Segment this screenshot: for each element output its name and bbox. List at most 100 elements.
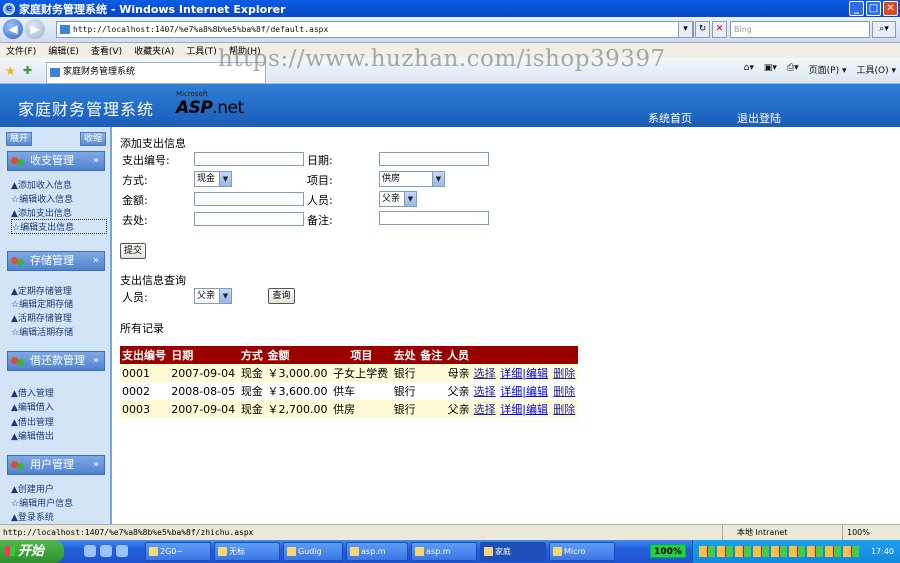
select-link[interactable]: 选择 (474, 385, 496, 398)
delete-link[interactable]: 删除 (553, 367, 575, 380)
search-input[interactable]: Bing (730, 21, 870, 38)
column-header: 项目 (331, 346, 392, 364)
sidebar-item[interactable]: ▲活期存储管理 (11, 311, 72, 324)
page-menu[interactable]: 页面(P) ▾ (809, 63, 847, 76)
detail-edit-link[interactable]: 详细|编辑 (500, 385, 548, 398)
sidebar-item[interactable]: ▲编辑借出 (11, 429, 54, 442)
amount-input[interactable] (194, 192, 304, 206)
quicklaunch-icon[interactable] (100, 545, 112, 557)
taskbar-button[interactable]: 无标 (214, 542, 280, 561)
nav-logout-link[interactable]: 退出登陆 (737, 110, 781, 126)
quicklaunch-icon[interactable] (116, 545, 128, 557)
menu-file[interactable]: 文件(F) (6, 44, 36, 57)
person-select[interactable]: 父亲 ▼ (379, 191, 417, 207)
expand-button[interactable]: 展开 (6, 132, 33, 146)
expense-id-input[interactable] (194, 152, 304, 166)
refresh-icon[interactable]: ↻ (695, 21, 710, 38)
group-icon (11, 255, 25, 267)
address-input[interactable]: http://localhost:1407/%e7%a8%8b%e5%ba%8f… (56, 21, 694, 38)
menu-view[interactable]: 查看(V) (91, 44, 122, 57)
query-person-select[interactable]: 父亲 ▼ (194, 288, 232, 304)
nav-home-link[interactable]: 系统首页 (648, 110, 692, 126)
taskbar-button[interactable]: asp.m (346, 542, 408, 561)
window-title: 家庭财务管理系统 - Windows Internet Explorer (19, 2, 286, 16)
select-link[interactable]: 选择 (474, 367, 496, 380)
sidebar-group-savings[interactable]: 存储管理» (7, 251, 105, 271)
taskbar-button-active[interactable]: 家庭 (480, 542, 546, 561)
menu-edit[interactable]: 编辑(E) (48, 44, 79, 57)
column-header: 支出编号 (120, 346, 170, 364)
delete-link[interactable]: 删除 (553, 385, 575, 398)
sidebar-group-income-expense[interactable]: 收支管理» (7, 151, 105, 171)
detail-edit-link[interactable]: 详细|编辑 (500, 403, 548, 416)
taskbar-button[interactable]: Gudig (283, 542, 343, 561)
page-icon (50, 68, 60, 77)
sidebar-item[interactable]: ☆编辑用户信息 (11, 496, 73, 509)
status-url: http://localhost:1407/%e7%a8%8b%e5%ba%8f… (3, 528, 254, 537)
back-button[interactable]: ◀ (3, 19, 23, 39)
home-icon[interactable]: ⌂▾ (744, 63, 754, 76)
status-bar: http://localhost:1407/%e7%a8%8b%e5%ba%8f… (0, 524, 900, 540)
zoom-level[interactable]: 100% (842, 525, 870, 540)
close-button[interactable]: ✕ (883, 1, 898, 16)
sidebar-item[interactable]: ▲登录系统 (11, 510, 54, 523)
detail-edit-link[interactable]: 详细|编辑 (500, 367, 548, 380)
sidebar-item[interactable]: ▲借入管理 (11, 386, 54, 399)
favorites-star-icon[interactable]: ★ (5, 64, 16, 78)
table-row: 0002 2008-08-05 现金 ￥3,600.00 供车 银行 父亲 选择… (120, 382, 578, 400)
column-header: 方式 (238, 346, 266, 364)
browser-window: e 家庭财务管理系统 - Windows Internet Explorer _… (0, 0, 900, 563)
tools-menu[interactable]: 工具(O) ▾ (857, 63, 897, 76)
item-select[interactable]: 供房 ▼ (379, 171, 445, 187)
chevron-down-icon: ▼ (404, 192, 416, 206)
sidebar-group-users[interactable]: 用户管理» (7, 455, 105, 475)
minimize-button[interactable]: _ (849, 1, 864, 16)
sidebar-group-loans[interactable]: 借还款管理» (7, 351, 105, 371)
column-header: 日期 (169, 346, 239, 364)
sidebar-item[interactable]: ☆编辑活期存储 (11, 325, 73, 338)
query-person-label: 人员: (122, 291, 148, 304)
sidebar-item[interactable]: ▲定期存储管理 (11, 284, 72, 297)
menu-tools[interactable]: 工具(T) (186, 44, 217, 57)
group-icon (11, 459, 25, 471)
select-link[interactable]: 选择 (474, 403, 496, 416)
sidebar-item-selected[interactable]: ☆编辑支出信息 (11, 219, 107, 234)
feeds-icon[interactable]: ▣▾ (764, 63, 777, 76)
sidebar-item[interactable]: ☆编辑定期存储 (11, 297, 73, 310)
chevron-down-icon: ▼ (219, 172, 231, 186)
sidebar-item[interactable]: ▲添加收入信息 (11, 178, 72, 191)
print-icon[interactable]: ⎙▾ (787, 63, 799, 76)
note-input[interactable] (379, 211, 489, 225)
sidebar-item[interactable]: ▲借出管理 (11, 415, 54, 428)
tray-icons[interactable] (699, 546, 859, 557)
stop-icon[interactable]: ✕ (712, 21, 727, 38)
delete-link[interactable]: 删除 (553, 403, 575, 416)
sidebar-item[interactable]: ▲添加支出信息 (11, 206, 72, 219)
submit-button[interactable]: 提交 (120, 243, 146, 259)
date-input[interactable] (379, 152, 489, 166)
query-button[interactable]: 查询 (268, 288, 295, 304)
sidebar-item[interactable]: ☆编辑收入信息 (11, 192, 73, 205)
destination-label: 去处: (122, 214, 148, 227)
forward-button[interactable]: ▶ (25, 19, 45, 39)
destination-input[interactable] (194, 212, 304, 226)
start-button[interactable]: 开始 (0, 540, 64, 563)
quicklaunch-icon[interactable] (84, 545, 96, 557)
note-label: 备注: (307, 214, 333, 227)
sidebar-item[interactable]: ▲编辑借入 (11, 400, 54, 413)
chevron-icon: » (92, 255, 99, 266)
add-favorite-icon[interactable]: ✚ (23, 64, 32, 77)
menu-favorites[interactable]: 收藏夹(A) (134, 44, 174, 57)
taskbar-button[interactable]: asp.m (411, 542, 477, 561)
sidebar-item[interactable]: ▲创建用户 (11, 482, 54, 495)
taskbar-button[interactable]: Micro (549, 542, 615, 561)
cell-method: 现金 (238, 400, 266, 418)
taskbar-button[interactable]: 2G0~ (145, 542, 211, 561)
column-header: 备注 (418, 346, 445, 364)
column-header-blank (471, 346, 499, 364)
address-dropdown-icon[interactable]: ▾ (678, 21, 693, 38)
method-select[interactable]: 现金 ▼ (194, 171, 232, 187)
collapse-button[interactable]: 收缩 (79, 132, 106, 146)
maximize-button[interactable]: □ (866, 1, 881, 16)
search-icon[interactable]: ⌕▾ (872, 21, 896, 38)
